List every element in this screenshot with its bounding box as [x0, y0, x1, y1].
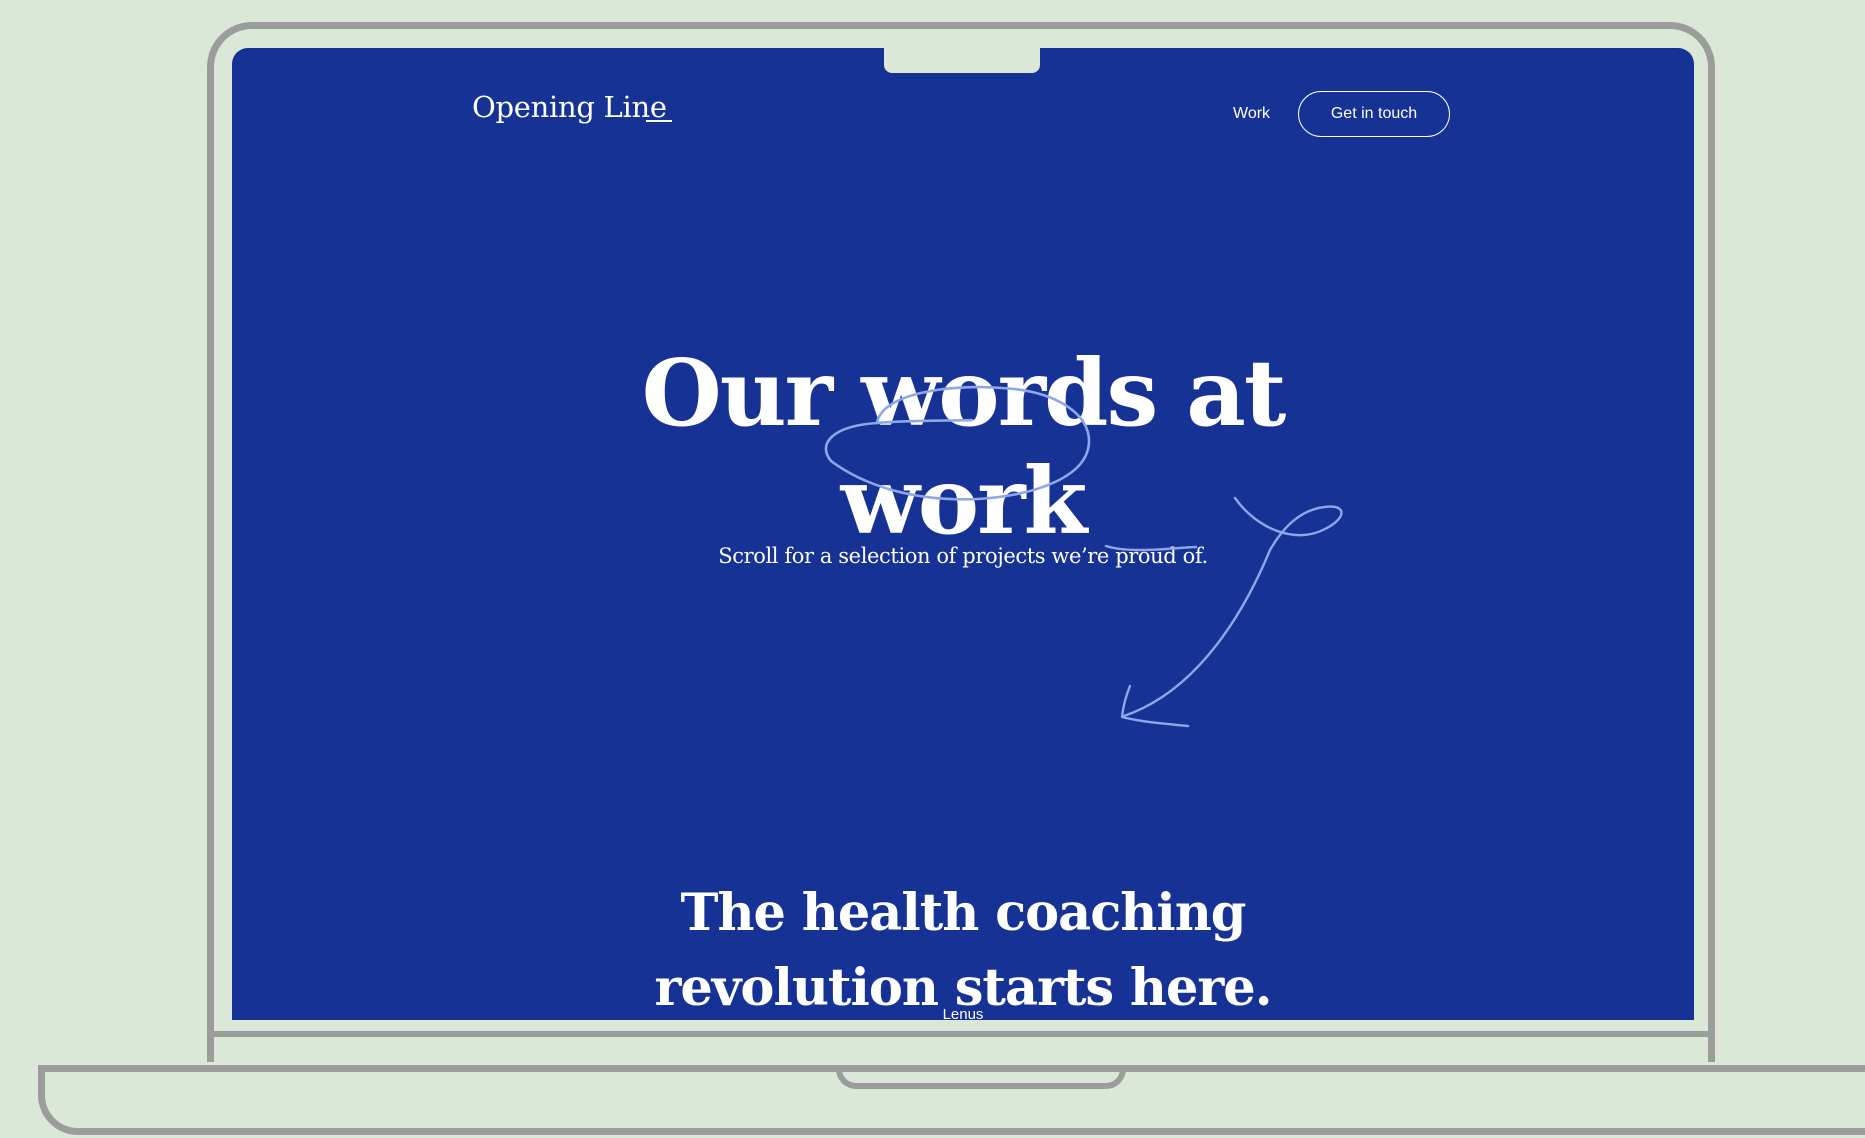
- project-title-line1: The health coaching: [680, 883, 1247, 944]
- website-screen: Opening Line Work Get in touch Our words…: [232, 48, 1694, 1020]
- nav-link-work[interactable]: Work: [1233, 105, 1270, 123]
- logo-underline-mark: [646, 120, 672, 122]
- hero-title-line1: Our words at: [641, 338, 1287, 447]
- site-logo[interactable]: Opening Line: [472, 90, 667, 124]
- hero-title-highlight: work: [840, 446, 1088, 555]
- laptop-base-notch: [836, 1067, 1126, 1089]
- subtitle-highlight-word: proud: [1115, 544, 1177, 568]
- subtitle-text-end: of.: [1176, 544, 1209, 568]
- project-title[interactable]: The health coaching revolution starts he…: [232, 876, 1694, 1020]
- subtitle-text-start: Scroll for a selection of projects we’re: [718, 544, 1116, 568]
- laptop-hinge: [207, 1031, 1715, 1037]
- laptop-mockup: Opening Line Work Get in touch Our words…: [0, 0, 1865, 1138]
- hand-drawn-arrowhead-icon: [1120, 684, 1190, 728]
- get-in-touch-button[interactable]: Get in touch: [1298, 91, 1450, 137]
- hero-subtitle: Scroll for a selection of projects we’re…: [232, 541, 1694, 571]
- camera-notch: [884, 48, 1040, 73]
- project-client-label: Lenus: [942, 1006, 984, 1020]
